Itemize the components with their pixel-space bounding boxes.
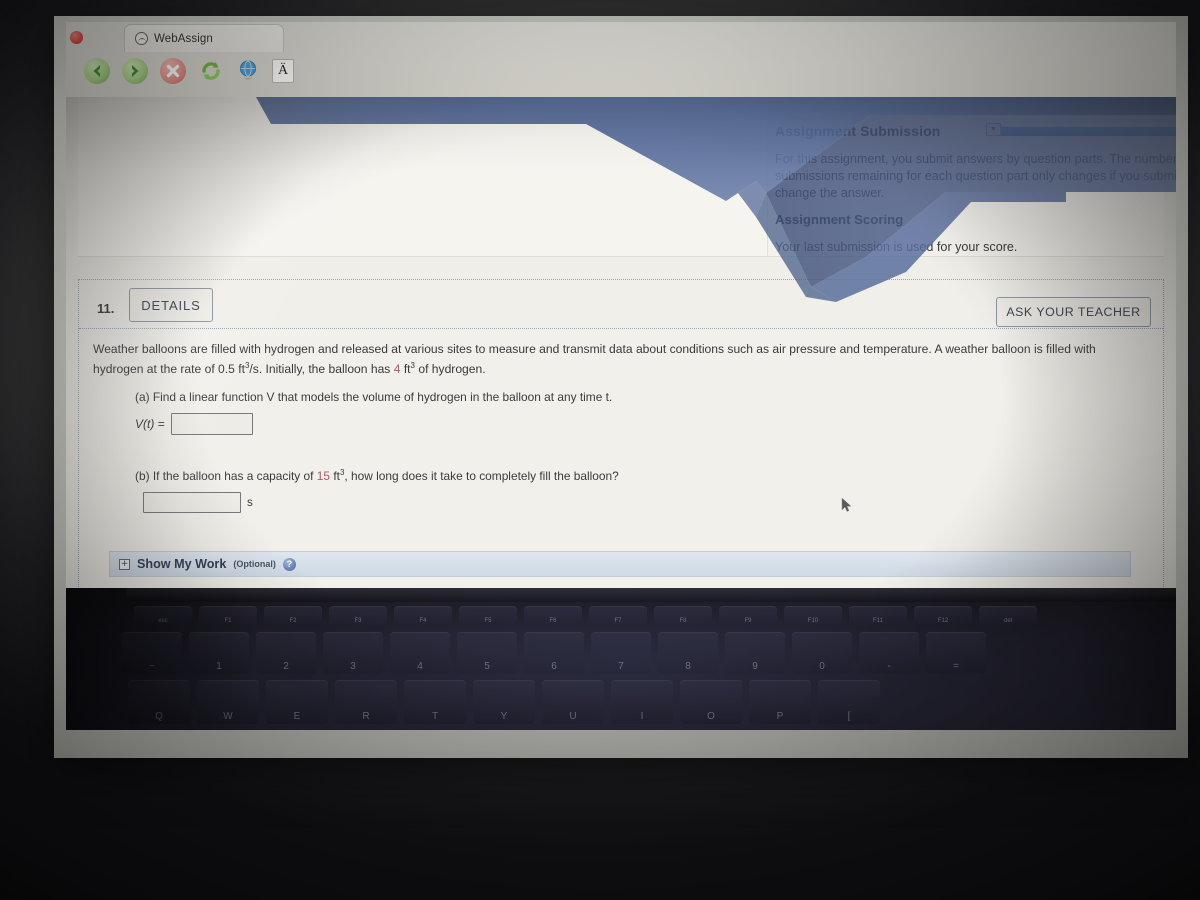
details-button[interactable]: DETAILS xyxy=(129,288,213,322)
expand-plus-icon[interactable]: + xyxy=(119,558,130,570)
key-p[interactable]: P xyxy=(749,680,811,724)
key-w[interactable]: W xyxy=(197,680,259,724)
key--[interactable]: - xyxy=(859,632,919,674)
show-my-work-bar[interactable]: + Show My Work (Optional) ? xyxy=(109,551,1131,577)
stop-x-icon[interactable] xyxy=(160,58,186,84)
progress-bar xyxy=(998,127,1176,136)
info-left-card xyxy=(78,97,768,256)
assignment-submission-body: For this assignment, you submit answers … xyxy=(775,152,1176,200)
back-arrow-icon[interactable] xyxy=(84,58,110,84)
part-b-prompt-pre: (b) If the balloon has a capacity of xyxy=(135,469,317,483)
key-y[interactable]: Y xyxy=(473,680,535,724)
key-esc[interactable]: esc xyxy=(134,606,192,626)
key-f11[interactable]: F11 xyxy=(849,606,907,626)
capacity-value: 15 xyxy=(316,469,331,483)
key-6[interactable]: 6 xyxy=(524,632,584,674)
part-b-answer-row: s xyxy=(135,492,1149,513)
keyboard-number-row: ~1 2 3 4 5 6 7 8 9 0- = xyxy=(122,632,986,674)
key-5[interactable]: 5 xyxy=(457,632,517,674)
key-f7[interactable]: F7 xyxy=(589,606,647,626)
key-~[interactable]: ~ xyxy=(122,632,182,674)
keyboard-hinge xyxy=(126,588,1176,602)
assignment-submission-heading: Assignment Submission xyxy=(775,123,941,139)
key-f3[interactable]: F3 xyxy=(329,606,387,626)
browser-tab-webassign[interactable]: WebAssign xyxy=(124,24,284,52)
key-del[interactable]: del xyxy=(979,606,1037,626)
key-i[interactable]: I xyxy=(611,680,673,724)
part-b-unit-label: s xyxy=(247,496,253,509)
window-close-button[interactable] xyxy=(70,31,83,44)
problem-intro: Weather balloons are filled with hydroge… xyxy=(93,342,1096,376)
browser-toolbar: Ä xyxy=(84,58,294,84)
show-my-work-label: Show My Work xyxy=(137,557,227,571)
forward-arrow-icon[interactable] xyxy=(122,58,148,84)
key-q[interactable]: Q xyxy=(128,680,190,724)
key-f2[interactable]: F2 xyxy=(264,606,322,626)
key-f9[interactable]: F9 xyxy=(719,606,777,626)
keyboard-function-row: esc F1 F2 F3 F4 F5 F6 F7 F8 F9 F10 F11 F12 del xyxy=(134,606,1037,626)
webassign-favicon-icon xyxy=(135,32,148,45)
key-7[interactable]: 7 xyxy=(591,632,651,674)
key-f1[interactable]: F1 xyxy=(199,606,257,626)
question-number: 11. xyxy=(97,301,115,316)
key-f6[interactable]: F6 xyxy=(524,606,582,626)
part-a-answer-row: V(t) = xyxy=(135,413,1149,436)
globe-icon[interactable] xyxy=(236,58,260,84)
part-b-prompt: (b) If the balloon has a capacity of 15 … xyxy=(135,468,619,483)
part-b-prompt-post: , how long does it take to completely fi… xyxy=(344,469,619,483)
key-f4[interactable]: F4 xyxy=(394,606,452,626)
key-0[interactable]: 0 xyxy=(792,632,852,674)
assignment-scoring-body: Your last submission is used for your sc… xyxy=(775,240,1018,254)
font-size-icon[interactable]: Ä xyxy=(272,59,294,83)
key-=[interactable]: = xyxy=(926,632,986,674)
question-part-a: (a) Find a linear function V that models… xyxy=(93,389,1149,436)
key-o[interactable]: O xyxy=(680,680,742,724)
key-t[interactable]: T xyxy=(404,680,466,724)
key-[[interactable]: [ xyxy=(818,680,880,724)
help-icon[interactable]: ? xyxy=(282,557,296,571)
key-f12[interactable]: F12 xyxy=(914,606,972,626)
mouse-cursor xyxy=(841,497,852,512)
key-f8[interactable]: F8 xyxy=(654,606,712,626)
problem-statement: Weather balloons are filled with hydroge… xyxy=(93,342,1096,376)
chevron-down-icon[interactable]: ▼ xyxy=(986,123,1001,136)
ask-your-teacher-button[interactable]: ASK YOUR TEACHER xyxy=(996,297,1151,327)
key-u[interactable]: U xyxy=(542,680,604,724)
key-1[interactable]: 1 xyxy=(189,632,249,674)
browser-tab-title: WebAssign xyxy=(154,32,213,45)
initial-volume-tail: of hydrogen. xyxy=(415,361,486,376)
part-a-prompt: (a) Find a linear function V that models… xyxy=(135,390,613,405)
browser-chrome: WebAssign Ä xyxy=(66,22,1176,97)
keyboard-letter-row: Q W E R T Y U I O P[ xyxy=(128,680,880,724)
key-3[interactable]: 3 xyxy=(323,632,383,674)
laptop-keyboard: esc F1 F2 F3 F4 F5 F6 F7 F8 F9 F10 F11 F12 del ~1 2 3 4 5… xyxy=(66,588,1176,730)
show-my-work-optional-label: (Optional) xyxy=(233,559,276,569)
key-r[interactable]: R xyxy=(335,680,397,724)
key-8[interactable]: 8 xyxy=(658,632,718,674)
reload-icon[interactable] xyxy=(198,58,224,84)
part-a-answer-input[interactable] xyxy=(170,413,253,436)
key-f10[interactable]: F10 xyxy=(784,606,842,626)
key-e[interactable]: E xyxy=(266,680,328,724)
part-a-variable-label: V(t) = xyxy=(135,417,165,432)
key-4[interactable]: 4 xyxy=(390,632,450,674)
key-9[interactable]: 9 xyxy=(725,632,785,674)
rate-tail: /s. Initially, the balloon has xyxy=(249,361,394,376)
key-f5[interactable]: F5 xyxy=(459,606,517,626)
question-part-b: (b) If the balloon has a capacity of 15 … xyxy=(93,465,1149,513)
part-b-answer-input[interactable] xyxy=(143,492,241,513)
assignment-scoring-heading: Assignment Scoring xyxy=(775,212,904,227)
assignment-info-panel: ▼ Assignment Submission For this assignm… xyxy=(78,97,1176,257)
initial-volume-value: 4 xyxy=(393,361,401,376)
key-2[interactable]: 2 xyxy=(256,632,316,674)
laptop-screen: WebAssign Ä ▼ Assignment Submission For … xyxy=(66,22,1176,730)
